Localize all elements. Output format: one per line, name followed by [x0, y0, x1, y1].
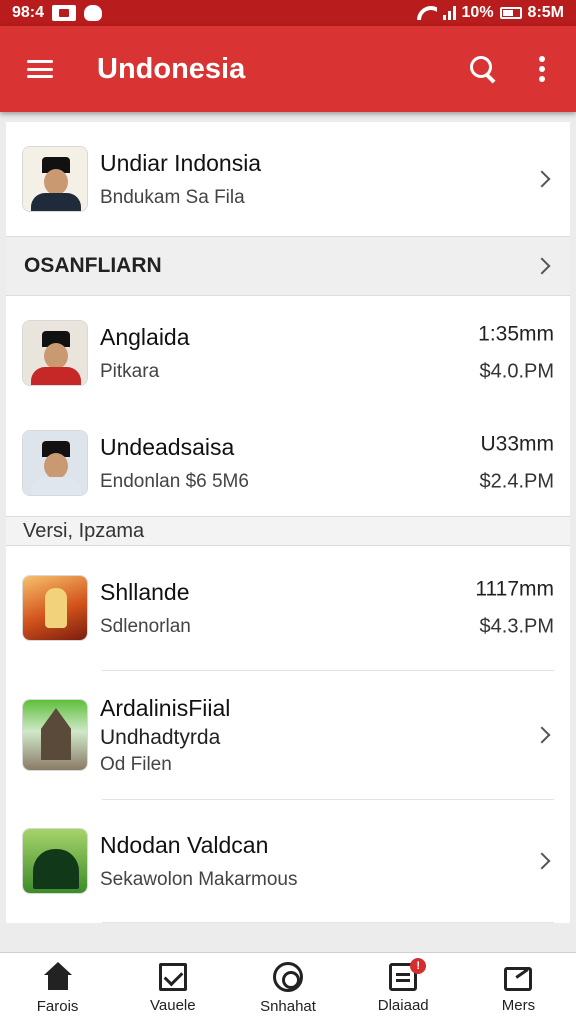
item-detail: Od Filen: [100, 753, 172, 775]
notification-icon: [52, 5, 77, 21]
list-item[interactable]: Ndodan Valdcan Sekawolon Makarmous: [6, 800, 570, 922]
document-icon: !: [389, 958, 427, 991]
nav-label: Vauele: [150, 997, 196, 1014]
nav-item-document[interactable]: ! Dlaiaad: [346, 953, 461, 1024]
item-time: U33mm: [480, 432, 554, 456]
item-subtitle: Undhadtyrda: [100, 725, 221, 749]
divider: [102, 922, 554, 923]
nav-item-home[interactable]: Farois: [0, 953, 115, 1024]
item-title: Shllande: [100, 578, 190, 605]
wifi-icon: [417, 6, 437, 20]
list-item-header[interactable]: Undiar Indonsia Bndukam Sa Fila: [6, 122, 570, 236]
item-subtitle: Pitkara: [100, 360, 160, 382]
item-time: 1:35mm: [478, 322, 554, 346]
list-item[interactable]: Anglaida Pitkara 1:35mm $4.0.PM: [6, 296, 570, 410]
app-title: Undonesia: [97, 52, 246, 85]
avatar: [22, 430, 88, 496]
item-title: Ndodan Valdcan: [100, 831, 269, 858]
item-title: Anglaida: [100, 323, 190, 350]
status-time-left: 98:4: [12, 4, 45, 21]
list-item[interactable]: Shllande Sdlenorlan 1117mm $4.3.PM: [6, 546, 570, 670]
avatar: [22, 320, 88, 386]
chevron-right-icon: [533, 726, 551, 744]
nav-item-target[interactable]: Snhahat: [230, 953, 345, 1024]
nav-item-share[interactable]: Mers: [461, 953, 576, 1024]
cat-icon: [84, 5, 103, 21]
chevron-right-icon: [533, 852, 551, 870]
chevron-right-icon: [533, 170, 551, 188]
section-label: Versi, Ipzama: [6, 516, 570, 546]
nav-label: Snhahat: [260, 998, 316, 1015]
battery-icon: [499, 7, 522, 19]
item-subtitle: Sekawolon Makarmous: [100, 868, 298, 890]
app-icon: [22, 699, 88, 771]
app-bar: Undonesia: [0, 26, 576, 112]
status-time-right: 8:5M: [527, 4, 564, 21]
section-title: OSANFLIARN: [24, 254, 162, 277]
item-price: $4.3.PM: [479, 615, 554, 638]
bottom-navigation: Farois Vauele Snhahat ! Dlaiaad Mers: [0, 952, 576, 1024]
share-icon: [504, 967, 533, 991]
item-subtitle: Bndukam Sa Fila: [100, 186, 245, 208]
home-icon: [42, 962, 74, 992]
checkbox-icon: [158, 963, 187, 991]
more-options-icon[interactable]: [538, 56, 546, 82]
item-subtitle: Endonlan $6 5M6: [100, 470, 249, 492]
nav-label: Farois: [36, 998, 79, 1015]
avatar: [22, 146, 88, 212]
content-list[interactable]: Undiar Indonsia Bndukam Sa Fila OSANFLIA…: [6, 122, 570, 950]
item-title: Undeadsaisa: [100, 433, 235, 460]
item-price: $4.0.PM: [479, 360, 554, 383]
chevron-right-icon: [533, 257, 551, 275]
signal-icon: [442, 6, 456, 20]
section-header[interactable]: OSANFLIARN: [6, 236, 570, 296]
nav-label: Mers: [501, 997, 536, 1014]
section-title: Versi, Ipzama: [23, 519, 145, 542]
nav-label: Dlaiaad: [377, 997, 429, 1014]
app-icon: [22, 828, 88, 894]
item-price: $2.4.PM: [479, 470, 554, 493]
notification-badge: !: [410, 958, 427, 974]
list-item[interactable]: ArdalinisFiial Undhadtyrda Od Filen: [6, 671, 570, 799]
menu-icon[interactable]: [27, 60, 53, 78]
status-bar: 98:4 10% 8:5M: [0, 0, 576, 26]
item-title: ArdalinisFiial: [100, 694, 231, 721]
battery-percent: 10%: [461, 4, 494, 21]
app-icon: [22, 575, 88, 641]
target-icon: [273, 962, 303, 992]
item-subtitle: Sdlenorlan: [100, 615, 191, 637]
search-icon[interactable]: [468, 54, 498, 84]
item-time: 1117mm: [475, 577, 554, 601]
list-item[interactable]: Undeadsaisa Endonlan $6 5M6 U33mm $2.4.P…: [6, 410, 570, 516]
nav-item-check[interactable]: Vauele: [115, 953, 230, 1024]
item-title: Undiar Indonsia: [100, 149, 262, 176]
